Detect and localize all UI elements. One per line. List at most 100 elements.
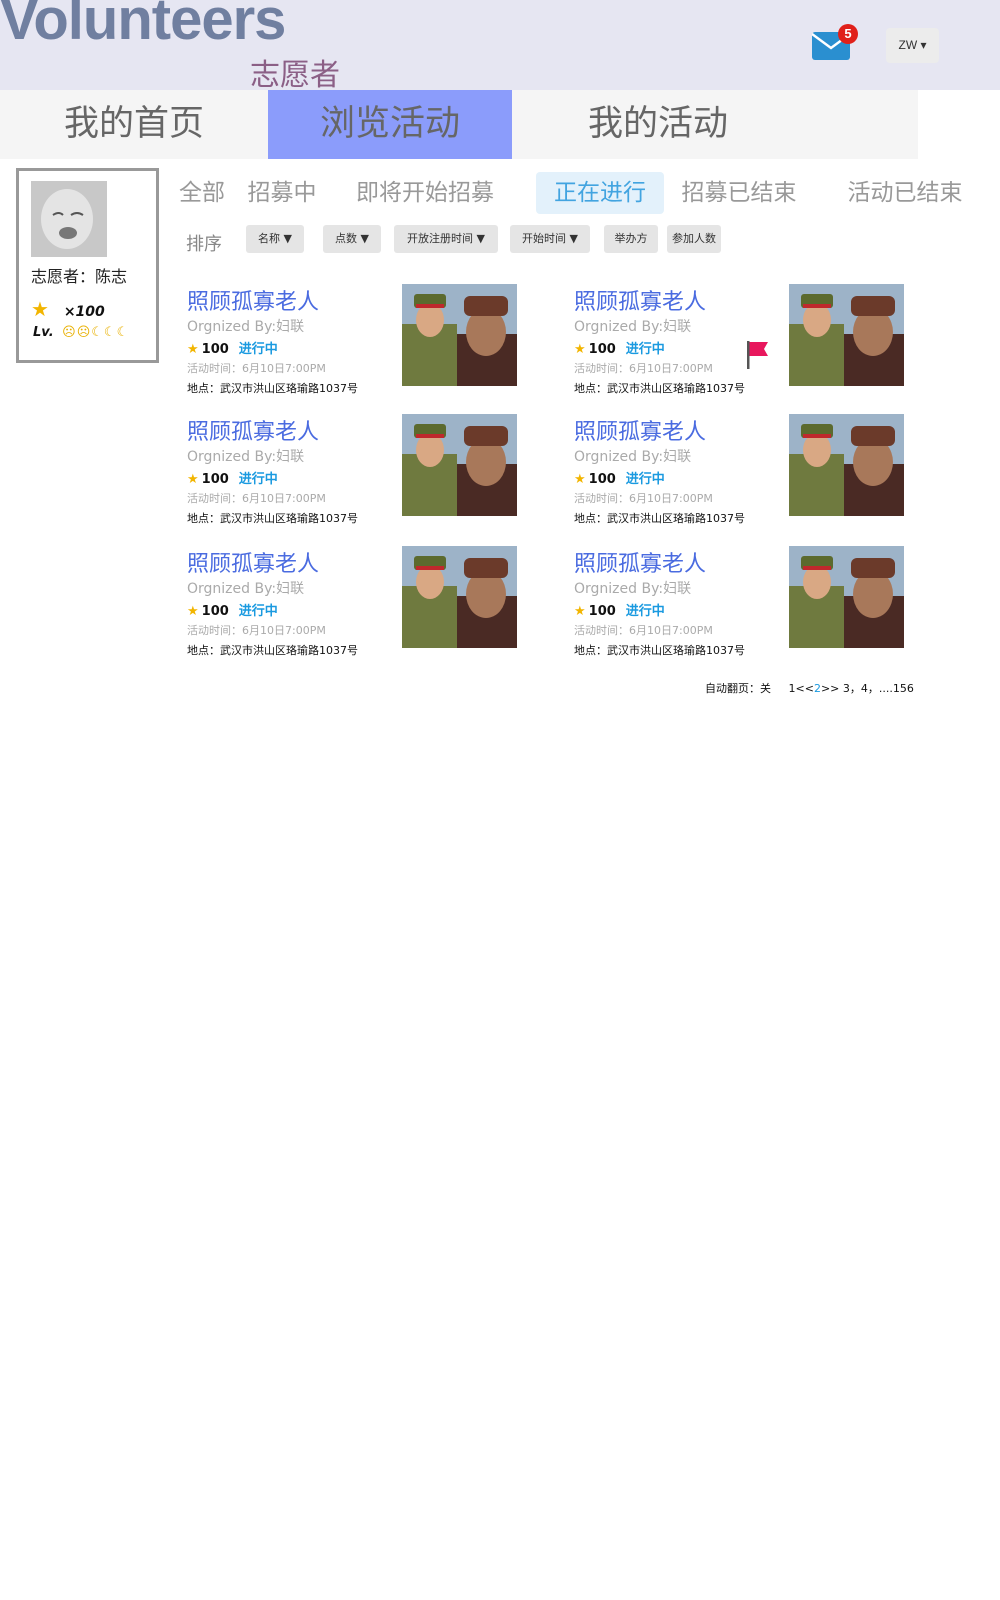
activity-title[interactable]: 照顾孤寡老人 [574,284,706,316]
activity-photo-image [789,284,904,386]
activity-status: 进行中 [625,342,665,357]
activity-points-row: ★ 100 进行中 [187,600,278,619]
volunteer-name: 志愿者：陈志 [31,267,128,286]
activity-photo[interactable] [789,546,904,648]
activity-card[interactable]: 照顾孤寡老人 Orgnized By:妇联 ★ 100 进行中 活动时间：6月10日7:0… [187,284,527,402]
activity-location: 地点：武汉市洪山区珞瑜路1037号 [574,382,745,395]
filter-tab-recruiting[interactable]: 招募中 [244,172,320,214]
activity-points: 100 [588,604,616,619]
activity-title[interactable]: 照顾孤寡老人 [574,414,706,446]
activity-location: 地点：武汉市洪山区珞瑜路1037号 [187,512,358,525]
activity-time: 活动时间：6月10日7:00PM [574,624,713,637]
user-menu-button[interactable]: ZW ▾ [886,28,939,63]
auto-page-toggle[interactable]: 自动翻页：关 [705,682,771,695]
mail-count-badge: 5 [838,24,858,44]
sort-by-name-button[interactable]: 名称 ▼ [246,225,304,253]
activity-time: 活动时间：6月10日7:00PM [187,624,326,637]
filter-tab-all[interactable]: 全部 [176,172,228,214]
activity-card[interactable]: 照顾孤寡老人 Orgnized By:妇联 ★ 100 进行中活动时间：6月10日7:0… [187,546,527,664]
sort-by-start-button[interactable]: 开始时间 ▼ [510,225,590,253]
activity-points-row: ★ 100 进行中 [187,338,278,357]
activity-location: 地点：武汉市洪山区珞瑜路1037号 [574,512,745,525]
sort-by-points-label: 点数 [335,232,358,245]
nav-tab-home[interactable]: 我的首页 [0,90,268,159]
star-icon: ★ [187,342,199,357]
activity-status: 进行中 [238,472,278,487]
star-icon: ★ [31,297,49,321]
activity-points-row: ★ 100 进行中 [187,468,278,487]
pager: 自动翻页：关 1<<2>> 3，4，....156 [705,680,914,696]
activity-organizer: Orgnized By:妇联 [187,581,305,597]
activity-card[interactable]: 照顾孤寡老人 Orgnized By:妇联 ★ 100 进行中 活动时间：6月10日7:0… [187,414,527,532]
baby-face-image [31,181,107,257]
sort-label: 排序 [186,234,222,255]
activity-photo[interactable] [402,414,517,516]
chevron-down-icon: ▼ [476,232,485,245]
activity-title[interactable]: 照顾孤寡老人 [187,284,319,316]
caret-down-icon: ▾ [920,38,927,52]
activity-title[interactable]: 照顾孤寡老人 [187,414,319,446]
activity-points: 100 [588,472,616,487]
sort-by-registration-button[interactable]: 开放注册时间 ▼ [394,225,498,253]
activity-title[interactable]: 照顾孤寡老人 [574,546,706,578]
activity-organizer: Orgnized By:妇联 [187,319,305,335]
activity-title[interactable]: 照顾孤寡老人 [187,546,319,578]
top-header: Volunteers 志愿者 5 ZW ▾ [0,0,1000,93]
flag-icon[interactable] [746,340,770,374]
chevron-down-icon: ▼ [569,232,578,245]
activity-photo[interactable] [789,284,904,386]
star-icon: ★ [574,472,586,487]
activity-points-row: ★ 100 进行中 [574,338,665,357]
activity-card[interactable]: 照顾孤寡老人 Orgnized By:妇联 ★ 100 进行中 活动时间：6月10日7:0… [574,284,914,402]
star-icon: ★ [574,342,586,357]
activity-location: 地点：武汉市洪山区珞瑜路1037号 [187,644,358,657]
page-prev[interactable]: << [796,682,814,695]
activity-points: 100 [201,342,229,357]
activity-card[interactable]: 照顾孤寡老人 Orgnized By:妇联 ★ 100 进行中活动时间：6月10日7:0… [574,546,914,664]
activity-points-row: ★ 100 进行中 [574,468,665,487]
filter-tab-ongoing[interactable]: 正在进行 [536,172,664,214]
level-badges-icon: ☹☹☾☾☾ [62,325,130,340]
sort-by-organizer-button[interactable]: 举办方 [604,225,658,253]
activity-photo[interactable] [402,546,517,648]
user-menu-label: ZW [898,38,918,52]
chevron-down-icon: ▼ [360,232,369,245]
sort-by-participants-button[interactable]: 参加人数 [667,225,721,253]
points-value: ×100 [63,304,105,320]
activity-status: 进行中 [238,604,278,619]
activity-points-row: ★ 100 进行中 [574,600,665,619]
flag-shape [747,341,768,369]
star-icon: ★ [574,604,586,619]
activity-photo[interactable] [402,284,517,386]
activity-time: 活动时间：6月10日7:00PM [574,492,713,505]
activity-photo-image [789,414,904,516]
profile-card: 志愿者：陈志 ★ ×100 Lv. ☹☹☾☾☾ [16,168,159,363]
filter-tab-activity-ended[interactable]: 活动已结束 [842,172,968,214]
avatar[interactable] [31,181,107,257]
level-label: Lv. [33,325,54,340]
activity-photo-image [402,284,517,386]
filter-tab-recruit-ended[interactable]: 招募已结束 [676,172,802,214]
filter-tab-upcoming[interactable]: 即将开始招募 [350,172,500,214]
chevron-down-icon: ▼ [283,232,292,245]
nav-tab-browse[interactable]: 浏览活动 [268,90,512,159]
page-link-first[interactable]: 1 [789,682,796,695]
activity-photo-image [402,414,517,516]
logo-text[interactable]: Volunteers [0,0,286,53]
page-current[interactable]: 2 [814,682,821,695]
activity-status: 进行中 [238,342,278,357]
main-nav: 我的首页 浏览活动 我的活动 [0,90,918,159]
page-next[interactable]: >> [821,682,839,695]
activity-status: 进行中 [625,472,665,487]
nav-tab-my-activities[interactable]: 我的活动 [522,90,794,159]
activity-points: 100 [201,604,229,619]
activity-organizer: Orgnized By:妇联 [574,581,692,597]
activity-photo[interactable] [789,414,904,516]
activity-time: 活动时间：6月10日7:00PM [574,362,713,375]
logo-subtitle: 志愿者 [250,58,340,93]
sort-by-points-button[interactable]: 点数 ▼ [323,225,381,253]
star-icon: ★ [187,604,199,619]
sort-by-name-label: 名称 [258,232,281,245]
page-links[interactable]: 3，4，....156 [843,682,914,695]
activity-card[interactable]: 照顾孤寡老人 Orgnized By:妇联 ★ 100 进行中 活动时间：6月10日7:0… [574,414,914,532]
